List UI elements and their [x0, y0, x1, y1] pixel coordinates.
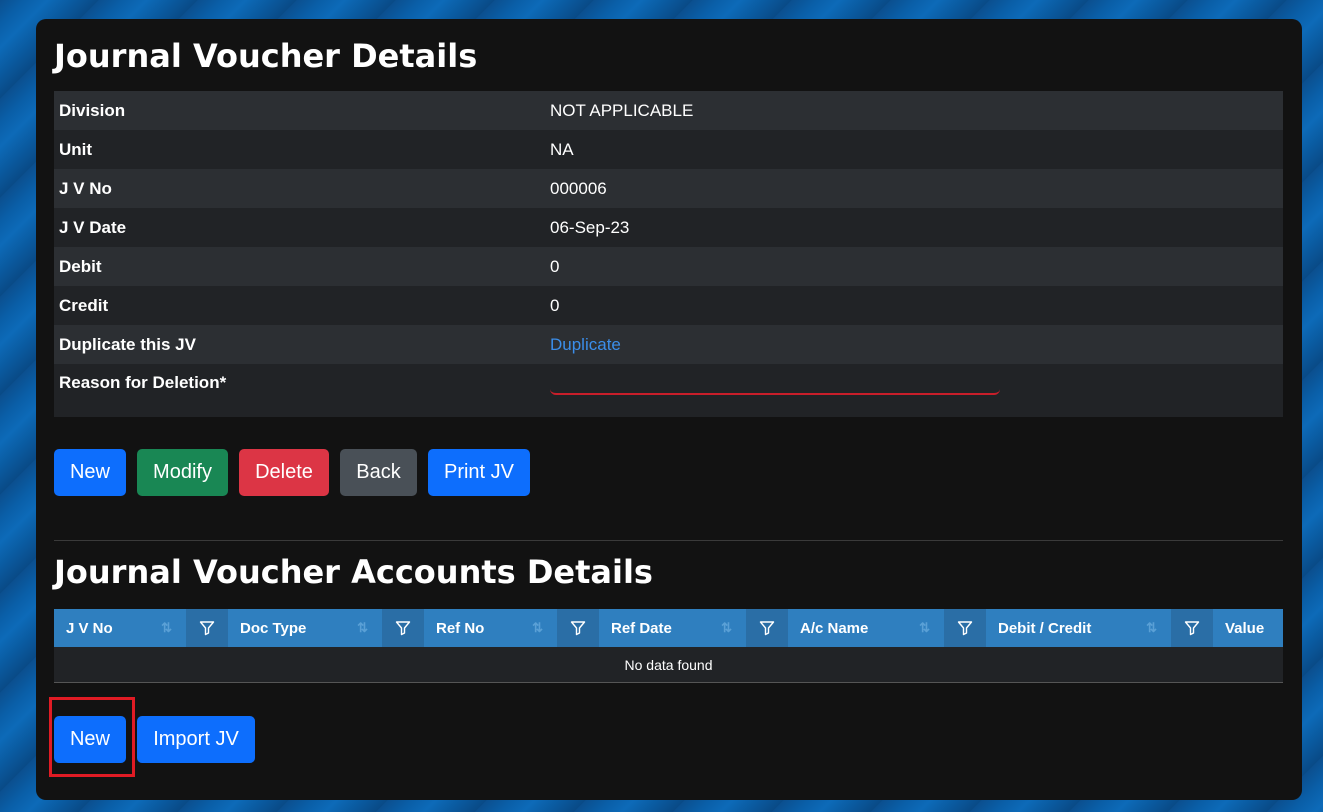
sort-icon[interactable]: ⇅	[919, 620, 930, 636]
detail-value: 06-Sep-23	[550, 217, 630, 237]
detail-value: 000006	[550, 178, 607, 198]
modify-button[interactable]: Modify	[137, 449, 228, 496]
detail-value: NOT APPLICABLE	[550, 100, 694, 120]
detail-row-jv-no: J V No 000006	[54, 169, 1283, 208]
filter-icon[interactable]	[186, 609, 228, 647]
sort-icon[interactable]: ⇅	[357, 620, 368, 636]
back-button[interactable]: Back	[340, 449, 417, 496]
import-jv-button[interactable]: Import JV	[137, 716, 255, 763]
sort-icon[interactable]: ⇅	[161, 620, 172, 636]
filter-icon[interactable]	[944, 609, 986, 647]
column-label: Doc Type	[240, 619, 307, 637]
detail-row-division: Division NOT APPLICABLE	[54, 91, 1283, 130]
column-label: A/c Name	[800, 619, 869, 637]
filter-icon[interactable]	[1171, 609, 1213, 647]
detail-label: Reason for Deletion*	[59, 373, 227, 392]
detail-value: 0	[550, 295, 560, 315]
sort-icon[interactable]: ⇅	[532, 620, 543, 636]
reason-for-deletion-input[interactable]	[550, 369, 1000, 395]
column-label: J V No	[66, 619, 113, 637]
detail-row-duplicate: Duplicate this JV Duplicate	[54, 325, 1283, 364]
print-jv-button[interactable]: Print JV	[428, 449, 530, 496]
detail-value: NA	[550, 139, 574, 159]
new-account-button[interactable]: New	[54, 716, 126, 763]
detail-label: Division	[59, 100, 126, 120]
main-panel: Journal Voucher Details Division NOT APP…	[36, 19, 1302, 800]
detail-label: Unit	[59, 139, 93, 159]
new-voucher-button[interactable]: New	[54, 449, 126, 496]
detail-row-jv-date: J V Date 06-Sep-23	[54, 208, 1283, 247]
voucher-details-title: Journal Voucher Details	[54, 37, 478, 75]
detail-label: J V No	[59, 178, 112, 198]
column-label: Value	[1225, 619, 1265, 637]
detail-label: Duplicate this JV	[59, 334, 196, 354]
detail-value: 0	[550, 256, 560, 276]
detail-row-unit: Unit NA	[54, 130, 1283, 169]
column-header-jv-no[interactable]: J V No ⇅	[54, 609, 186, 647]
detail-row-credit: Credit 0	[54, 286, 1283, 325]
column-label: Ref No	[436, 619, 485, 637]
sort-icon[interactable]: ⇅	[1146, 620, 1157, 636]
filter-icon[interactable]	[557, 609, 599, 647]
section-divider	[54, 540, 1283, 541]
duplicate-link[interactable]: Duplicate	[550, 335, 621, 354]
filter-icon[interactable]	[382, 609, 424, 647]
column-header-ac-name[interactable]: A/c Name ⇅	[788, 609, 944, 647]
column-label: Ref Date	[611, 619, 672, 637]
column-label: Debit / Credit	[998, 619, 1092, 637]
filter-icon[interactable]	[746, 609, 788, 647]
detail-value-cell: Duplicate	[545, 325, 1283, 364]
column-header-doc-type[interactable]: Doc Type ⇅	[228, 609, 382, 647]
grid-empty-message: No data found	[54, 647, 1283, 683]
sort-icon[interactable]: ⇅	[721, 620, 732, 636]
detail-row-reason: Reason for Deletion*	[54, 364, 1283, 417]
detail-label: Debit	[59, 256, 102, 276]
delete-button[interactable]: Delete	[239, 449, 329, 496]
detail-label: J V Date	[59, 217, 127, 237]
detail-row-debit: Debit 0	[54, 247, 1283, 286]
column-header-debit-credit[interactable]: Debit / Credit ⇅	[986, 609, 1171, 647]
accounts-details-title: Journal Voucher Accounts Details	[54, 553, 653, 591]
column-header-ref-date[interactable]: Ref Date ⇅	[599, 609, 746, 647]
column-header-value[interactable]: Value	[1213, 609, 1283, 647]
voucher-details-table: Division NOT APPLICABLE Unit NA J V No 0…	[54, 91, 1283, 417]
detail-label: Credit	[59, 295, 109, 315]
column-header-ref-no[interactable]: Ref No ⇅	[424, 609, 557, 647]
detail-value-cell	[545, 364, 1283, 417]
accounts-grid-header: J V No ⇅ Doc Type ⇅ Ref No ⇅ Ref Date ⇅ …	[54, 609, 1283, 647]
